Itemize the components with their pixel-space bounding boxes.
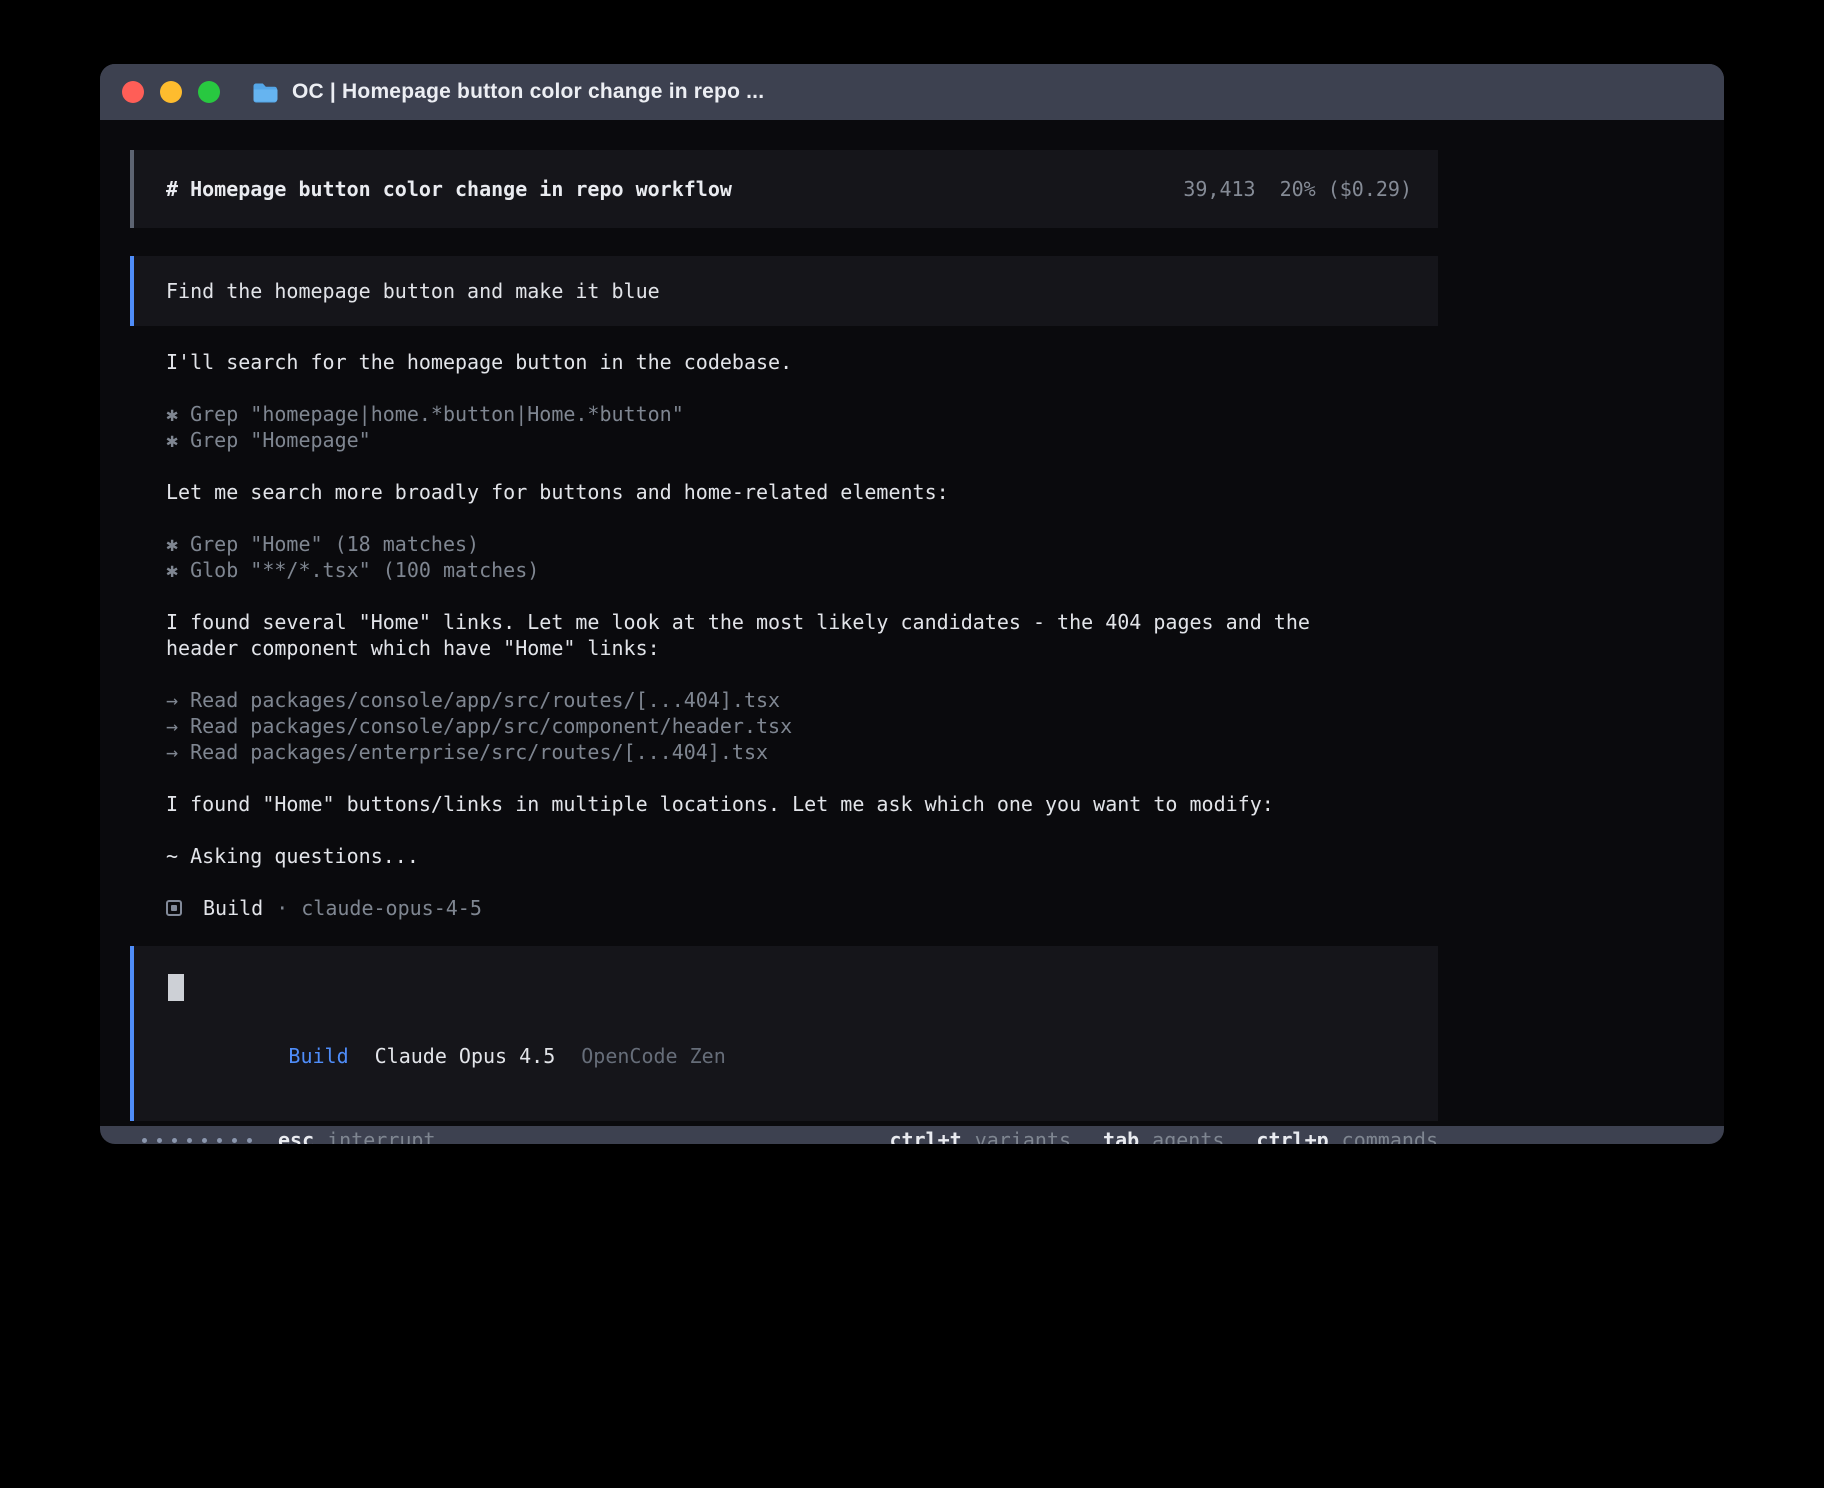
text-cursor [168,974,184,1001]
session-header: # Homepage button color change in repo w… [130,150,1438,228]
shortcut-key: ctrl+t [889,1128,961,1144]
blank-line [166,453,1438,479]
tool-call-line: ✱ Grep "homepage|home.*button|Home.*butt… [166,401,1438,427]
assistant-text-line: ~ Asking questions... [166,843,1438,869]
shortcut-key: tab [1103,1128,1139,1144]
window-title: OC | Homepage button color change in rep… [292,80,764,104]
assistant-text-line: header component which have "Home" links… [166,635,1438,661]
agent-status-row: Build · claude-opus-4-5 [166,895,1438,921]
prompt-input[interactable]: Build Claude Opus 4.5 OpenCode Zen [130,946,1438,1121]
session-title: # Homepage button color change in repo w… [166,176,732,202]
model-line: Build Claude Opus 4.5 OpenCode Zen [168,1017,1412,1095]
spinner-dot [247,1138,252,1143]
window-titlebar[interactable]: OC | Homepage button color change in rep… [100,64,1724,120]
traffic-lights [122,81,220,103]
assistant-text-line: I found "Home" buttons/links in multiple… [166,791,1438,817]
close-button[interactable] [122,81,144,103]
spinner-dot [157,1138,162,1143]
spinner-dot [142,1138,147,1143]
shortcut-hints: ctrl+t variants tab agents ctrl+p commands [889,1127,1438,1144]
blank-line [166,765,1438,791]
user-message: Find the homepage button and make it blu… [130,256,1438,326]
input-provider-label: OpenCode Zen [581,1044,726,1068]
spinner-dot [172,1138,177,1143]
session-stats: 39,413 20% ($0.29) [1183,176,1412,202]
token-count: 39,413 [1183,177,1255,201]
blank-line [166,817,1438,843]
folder-icon [252,82,279,103]
terminal-content: # Homepage button color change in repo w… [100,120,1724,1126]
tool-call-line: → Read packages/console/app/src/routes/[… [166,687,1438,713]
title-group: OC | Homepage button color change in rep… [252,80,764,104]
assistant-text-line: I'll search for the homepage button in t… [166,349,1438,375]
working-spinner [142,1138,252,1143]
spinner-dot [217,1138,222,1143]
separator-dot: · [276,896,288,920]
blank-line [166,583,1438,609]
spinner-dot [232,1138,237,1143]
terminal-window: OC | Homepage button color change in rep… [100,64,1724,1144]
context-percent: 20% [1280,177,1316,201]
assistant-text-line: I found several "Home" links. Let me loo… [166,609,1438,635]
interrupt-label: interrupt [327,1127,435,1144]
agent-name: Build [203,896,263,920]
shortcut-key: ctrl+p [1256,1128,1328,1144]
spinner-dot [202,1138,207,1143]
tool-call-line: ✱ Grep "Home" (18 matches) [166,531,1438,557]
esc-key-hint: esc [278,1127,314,1144]
status-bar: esc interrupt ctrl+tvariantstabagentsctr… [130,1127,1438,1144]
shortcut-label: variants [975,1128,1071,1144]
blank-line [166,505,1438,531]
shortcut-commands: ctrl+p commands [1256,1127,1438,1144]
tool-call-line: → Read packages/enterprise/src/routes/[.… [166,739,1438,765]
input-model-label[interactable]: Claude Opus 4.5 [375,1044,556,1068]
shortcut-label: agents [1152,1128,1224,1144]
blank-line [166,661,1438,687]
tool-call-line: ✱ Grep "Homepage" [166,427,1438,453]
agent-build-icon [166,900,182,916]
tool-call-line: ✱ Glob "**/*.tsx" (100 matches) [166,557,1438,583]
shortcut-agents: tab agents [1103,1127,1224,1144]
input-agent-label[interactable]: Build [288,1044,348,1068]
agent-model: claude-opus-4-5 [301,896,482,920]
shortcut-label: commands [1342,1128,1438,1144]
assistant-text-line: Let me search more broadly for buttons a… [166,479,1438,505]
minimize-button[interactable] [160,81,182,103]
tool-call-line: → Read packages/console/app/src/componen… [166,713,1438,739]
zoom-button[interactable] [198,81,220,103]
blank-line [166,375,1438,401]
spinner-dot [187,1138,192,1143]
shortcut-variants: ctrl+t variants [889,1127,1071,1144]
transcript: I'll search for the homepage button in t… [130,349,1438,869]
session-cost: ($0.29) [1328,177,1412,201]
